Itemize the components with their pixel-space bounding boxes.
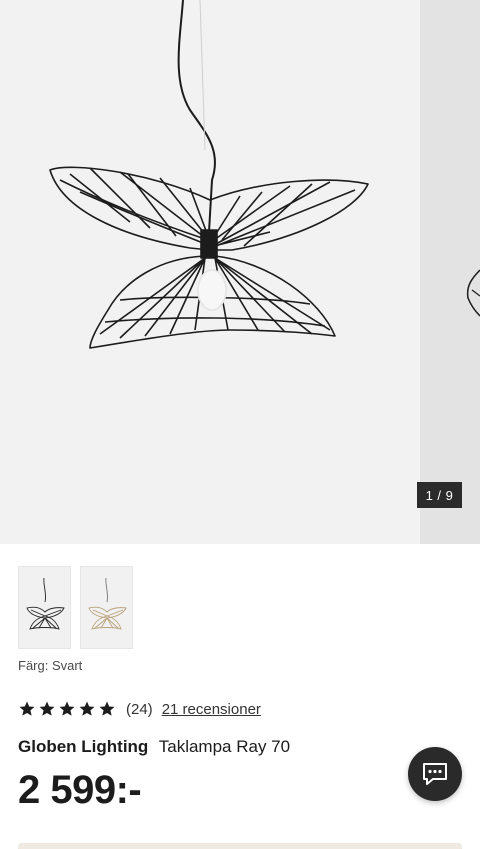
color-label-text: Färg: Svart bbox=[18, 658, 83, 673]
chat-bubble-icon bbox=[423, 763, 447, 785]
image-counter: 1 / 9 bbox=[417, 482, 462, 508]
lamp-image bbox=[49, 0, 369, 349]
rating-row: (24) 21 recensioner bbox=[18, 700, 261, 718]
thumbnail-black[interactable] bbox=[18, 566, 71, 649]
product-image-main[interactable] bbox=[0, 0, 420, 544]
thumbnail-strip bbox=[18, 566, 133, 649]
star-icon bbox=[59, 701, 75, 716]
star-icon bbox=[19, 701, 35, 716]
star-icon bbox=[99, 701, 115, 716]
star-icon bbox=[79, 701, 95, 716]
thumbnail-lamp-icon bbox=[87, 577, 127, 630]
product-title: Globen Lighting Taklampa Ray 70 bbox=[18, 737, 290, 757]
thumbnail-gold[interactable] bbox=[80, 566, 133, 649]
star-rating bbox=[18, 700, 116, 718]
product-price: 2 599:- bbox=[18, 768, 142, 812]
product-name: Taklampa Ray 70 bbox=[158, 737, 291, 756]
bottom-section-edge bbox=[18, 843, 462, 849]
star-icon bbox=[39, 701, 55, 716]
product-image-next[interactable] bbox=[420, 0, 480, 544]
lamp-image-peek bbox=[466, 269, 480, 317]
color-selection-label: Färg: Svart bbox=[18, 658, 82, 673]
image-gallery[interactable]: 1 / 9 bbox=[0, 0, 480, 544]
product-brand[interactable]: Globen Lighting bbox=[18, 737, 148, 756]
thumbnail-lamp-icon bbox=[25, 577, 65, 630]
reviews-link[interactable]: 21 recensioner bbox=[162, 701, 261, 718]
chat-button[interactable] bbox=[408, 747, 462, 801]
review-count: (24) bbox=[126, 700, 153, 718]
